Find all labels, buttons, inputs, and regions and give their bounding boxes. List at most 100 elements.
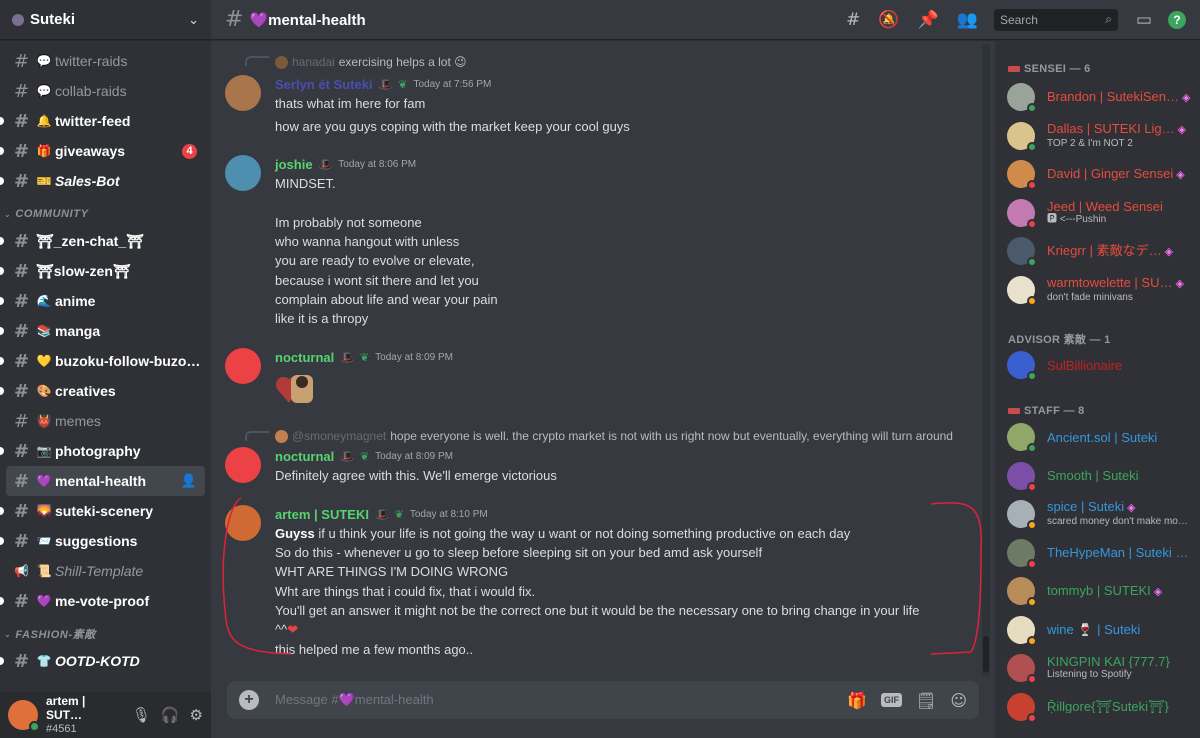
- member-item[interactable]: Brandon | SutekiSen… ◈: [1003, 79, 1193, 115]
- channel-item[interactable]: # 🌄 suteki-scenery: [0, 496, 205, 526]
- message-text: thats what im here for fam: [275, 96, 426, 111]
- member-item[interactable]: tommyb | SUTEKI ◈: [1003, 573, 1193, 609]
- message-author[interactable]: joshie: [275, 157, 313, 172]
- channel-name: Shill-Template: [55, 563, 144, 579]
- member-name-text: TheHypeMan | Suteki …: [1047, 546, 1189, 559]
- member-item[interactable]: Dallas | SUTEKI Lig… ◈ TOP 2 & I'm NOT 2: [1003, 118, 1193, 154]
- channel-item[interactable]: # 📨 suggestions: [0, 526, 205, 556]
- message-author[interactable]: nocturnal: [275, 350, 334, 365]
- channel-name: buzoku-follow-buzo…: [55, 353, 201, 369]
- mute-icon[interactable]: 🔕: [878, 10, 899, 30]
- member-name: Kriegrr | 素敵なデ… ◈: [1047, 244, 1193, 259]
- member-item[interactable]: Kriegrr | 素敵なデ… ◈: [1003, 233, 1193, 269]
- help-icon[interactable]: ?: [1168, 10, 1186, 29]
- channel-item[interactable]: # 💬 collab-raids: [6, 76, 205, 106]
- channel-item[interactable]: # 📚 manga: [0, 316, 205, 346]
- avatar[interactable]: [8, 700, 40, 732]
- reply-preview[interactable]: hanadai exercising helps a lot 😉: [275, 55, 467, 69]
- avatar: [1007, 500, 1037, 530]
- message-composer[interactable]: + Message #💜mental-health 🎁 GIF 🗒 ☺: [227, 681, 979, 719]
- heart-sticker-image: [275, 375, 313, 403]
- add-attachment-icon[interactable]: +: [239, 690, 259, 710]
- channel-emoji-icon: 🌄: [36, 504, 52, 518]
- member-item[interactable]: wine 🍷 | Suteki: [1003, 612, 1193, 648]
- message-input[interactable]: Message #💜mental-health: [275, 692, 833, 708]
- discord-avatar[interactable]: [225, 348, 261, 384]
- channel-name: photography: [55, 443, 141, 459]
- reply-author: @smoneymagnet: [292, 429, 387, 443]
- member-item[interactable]: warmtowelette | SU… ◈ don't fade minivans: [1003, 272, 1193, 308]
- channel-item[interactable]: # 💜 mental-health 👤: [6, 466, 205, 496]
- nitro-boost-icon: ◈: [1177, 123, 1187, 136]
- member-name-text: spice | Suteki: [1047, 500, 1125, 514]
- group-title: ADVISOR 素敵 — 1: [1008, 334, 1111, 346]
- channel-item[interactable]: # 💜 me-vote-proof: [0, 586, 205, 616]
- user-info[interactable]: artem | SUT… #4561: [46, 694, 122, 736]
- channel-item[interactable]: # 🎨 creatives: [0, 376, 205, 406]
- channel-item[interactable]: # 🎫 Sales-Bot: [0, 166, 205, 196]
- reply-preview[interactable]: @smoneymagnet hope everyone is well. the…: [275, 429, 953, 443]
- message-author[interactable]: nocturnal: [275, 449, 334, 464]
- gif-button[interactable]: GIF: [881, 693, 902, 707]
- inbox-icon[interactable]: ▭: [1136, 10, 1152, 30]
- member-item[interactable]: TheHypeMan | Suteki …: [1003, 535, 1193, 571]
- member-item[interactable]: Ancient.sol | Suteki: [1003, 419, 1193, 455]
- message-text: Im probably not someone: [275, 215, 422, 230]
- chevron-down-icon[interactable]: ⌄: [188, 12, 199, 28]
- avatar[interactable]: [225, 155, 261, 191]
- member-item[interactable]: KINGPIN KAI {777.7} Listening to Spotify: [1003, 650, 1193, 686]
- channel-item[interactable]: # ⛩slow-zen⛩: [0, 256, 205, 286]
- member-item[interactable]: David | Ginger Sensei ◈: [1003, 156, 1193, 192]
- member-item[interactable]: spice | Suteki ◈ scared money don't make m…: [1003, 496, 1193, 532]
- member-item[interactable]: Jeed | Weed Sensei 🅿 <---Pushin: [1003, 195, 1193, 231]
- member-name-text: tommyb | SUTEKI: [1047, 583, 1151, 598]
- channel-category[interactable]: ⌄ COMMUNITY: [0, 202, 211, 226]
- status-dnd-icon: [1027, 712, 1037, 723]
- channel-emoji-icon: 📚: [36, 324, 52, 338]
- channel-category[interactable]: ⌄ FASHION-素敵: [0, 622, 211, 646]
- channel-item[interactable]: # 💛 buzoku-follow-buzo…: [0, 346, 205, 376]
- channel-item[interactable]: # ⛩_zen-chat_⛩: [0, 226, 205, 256]
- mute-mic-icon[interactable]: 🎙: [132, 706, 151, 724]
- reply-avatar: [275, 429, 288, 443]
- threads-icon[interactable]: #: [846, 10, 860, 30]
- settings-gear-icon[interactable]: ⚙: [190, 706, 203, 724]
- member-name-text: KINGPIN KAI {777.7}: [1047, 655, 1170, 668]
- channel-item[interactable]: 📢 📜 Shill-Template: [6, 556, 205, 586]
- member-item[interactable]: SulBillionaire: [1003, 347, 1193, 383]
- channel-item[interactable]: # 🌊 anime: [0, 286, 205, 316]
- channel-item[interactable]: # 🔔 twitter-feed: [0, 106, 205, 136]
- message-author[interactable]: Serlyn ét Suteki: [275, 77, 373, 92]
- avatar[interactable]: [225, 75, 261, 111]
- status-dnd-icon: [1027, 674, 1037, 684]
- scrollbar-track[interactable]: [982, 44, 990, 676]
- member-name: warmtowelette | SU… ◈: [1047, 276, 1193, 291]
- discord-avatar[interactable]: [225, 447, 261, 483]
- channel-item[interactable]: # 💬 twitter-raids: [6, 46, 205, 76]
- member-name: Ṝillgore{⛩Suteki⛩}: [1047, 700, 1193, 713]
- server-name: Suteki: [30, 11, 76, 28]
- status-idle-icon: [1027, 635, 1037, 646]
- channel-emoji-icon: 💬: [36, 54, 52, 68]
- member-info: Brandon | SutekiSen… ◈: [1047, 90, 1193, 105]
- gift-icon[interactable]: 🎁: [847, 691, 867, 710]
- channel-hash-icon: #: [14, 650, 30, 672]
- create-invite-icon[interactable]: 👤: [181, 473, 197, 489]
- headphones-icon[interactable]: 🎧: [161, 706, 180, 724]
- member-info: wine 🍷 | Suteki: [1047, 623, 1193, 636]
- channel-item[interactable]: # 👹 memes: [6, 406, 205, 436]
- member-item[interactable]: Ṝillgore{⛩Suteki⛩}: [1003, 689, 1193, 725]
- channel-item[interactable]: # 🎁 giveaways 4: [0, 136, 205, 166]
- sticker-icon[interactable]: 🗒: [916, 691, 936, 710]
- member-info: Kriegrr | 素敵なデ… ◈: [1047, 244, 1193, 259]
- search-input[interactable]: Search ⌕: [993, 8, 1118, 31]
- pin-icon[interactable]: 📌: [918, 10, 939, 30]
- channel-item[interactable]: # 📷 photography: [0, 436, 205, 466]
- emoji-icon[interactable]: ☺: [950, 691, 967, 710]
- channel-item[interactable]: # 👕 OOTD-KOTD: [0, 646, 205, 676]
- member-item[interactable]: Smooth | Suteki: [1003, 458, 1193, 494]
- member-name: SulBillionaire: [1047, 359, 1193, 372]
- scrollbar-thumb[interactable]: [983, 636, 989, 672]
- server-header[interactable]: Suteki ⌄: [0, 0, 211, 40]
- members-icon[interactable]: 👥: [957, 10, 978, 30]
